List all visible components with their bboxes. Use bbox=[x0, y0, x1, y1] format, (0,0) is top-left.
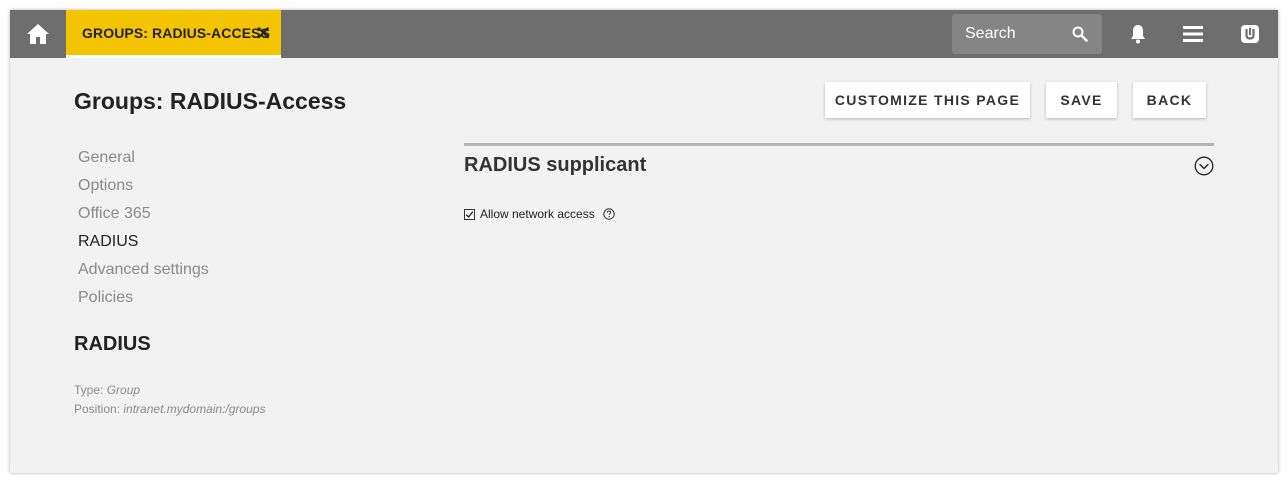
tab-label: GROUPS: RADIUS-ACCESS bbox=[82, 24, 271, 41]
top-bar: GROUPS: RADIUS-ACCESS ✕ bbox=[10, 10, 1278, 58]
section-heading: RADIUS bbox=[74, 333, 151, 355]
nav-item-radius[interactable]: RADIUS bbox=[78, 232, 209, 260]
meta-type-value: Group bbox=[106, 383, 141, 397]
allow-network-access-checkbox[interactable] bbox=[464, 208, 475, 220]
page-title: Groups: RADIUS-Access bbox=[74, 88, 347, 114]
panel-divider bbox=[464, 143, 1214, 146]
allow-network-access-row: Allow network access bbox=[464, 207, 615, 221]
meta-position-value: intranet.mydomain:/groups bbox=[123, 402, 266, 416]
menu-icon[interactable] bbox=[1181, 22, 1205, 46]
side-nav: General Options Office 365 RADIUS Advanc… bbox=[78, 148, 209, 316]
nav-item-options[interactable]: Options bbox=[78, 176, 209, 204]
search-icon[interactable] bbox=[1072, 26, 1088, 42]
app-window: GROUPS: RADIUS-ACCESS ✕ Groups: RADIUS-A… bbox=[10, 10, 1278, 473]
panel-title: RADIUS supplicant bbox=[464, 154, 647, 176]
chevron-circle-icon[interactable] bbox=[1194, 156, 1214, 176]
back-button[interactable]: BACK bbox=[1133, 82, 1206, 118]
nav-item-policies[interactable]: Policies bbox=[78, 288, 209, 316]
tab-groups-radius-access[interactable]: GROUPS: RADIUS-ACCESS ✕ bbox=[66, 10, 281, 58]
nav-item-advanced-settings[interactable]: Advanced settings bbox=[78, 260, 209, 288]
customize-page-button[interactable]: CUSTOMIZE THIS PAGE bbox=[825, 82, 1030, 118]
user-logo-icon[interactable] bbox=[1238, 22, 1262, 46]
meta-type: Type: Group bbox=[74, 383, 140, 397]
allow-network-access-label[interactable]: Allow network access bbox=[480, 207, 595, 221]
checkmark-icon bbox=[465, 210, 474, 218]
search-input[interactable] bbox=[965, 25, 1075, 43]
meta-type-label: Type: bbox=[74, 383, 104, 397]
nav-item-general[interactable]: General bbox=[78, 148, 209, 176]
search-box bbox=[952, 14, 1102, 54]
close-icon[interactable]: ✕ bbox=[255, 24, 272, 44]
save-button[interactable]: SAVE bbox=[1046, 82, 1117, 118]
bell-icon[interactable] bbox=[1126, 22, 1150, 46]
home-icon bbox=[27, 24, 49, 44]
home-button[interactable] bbox=[10, 10, 66, 58]
nav-item-office-365[interactable]: Office 365 bbox=[78, 204, 209, 232]
meta-position-label: Position: bbox=[74, 402, 121, 416]
help-icon[interactable] bbox=[603, 208, 615, 220]
meta-position: Position: intranet.mydomain:/groups bbox=[74, 402, 265, 416]
